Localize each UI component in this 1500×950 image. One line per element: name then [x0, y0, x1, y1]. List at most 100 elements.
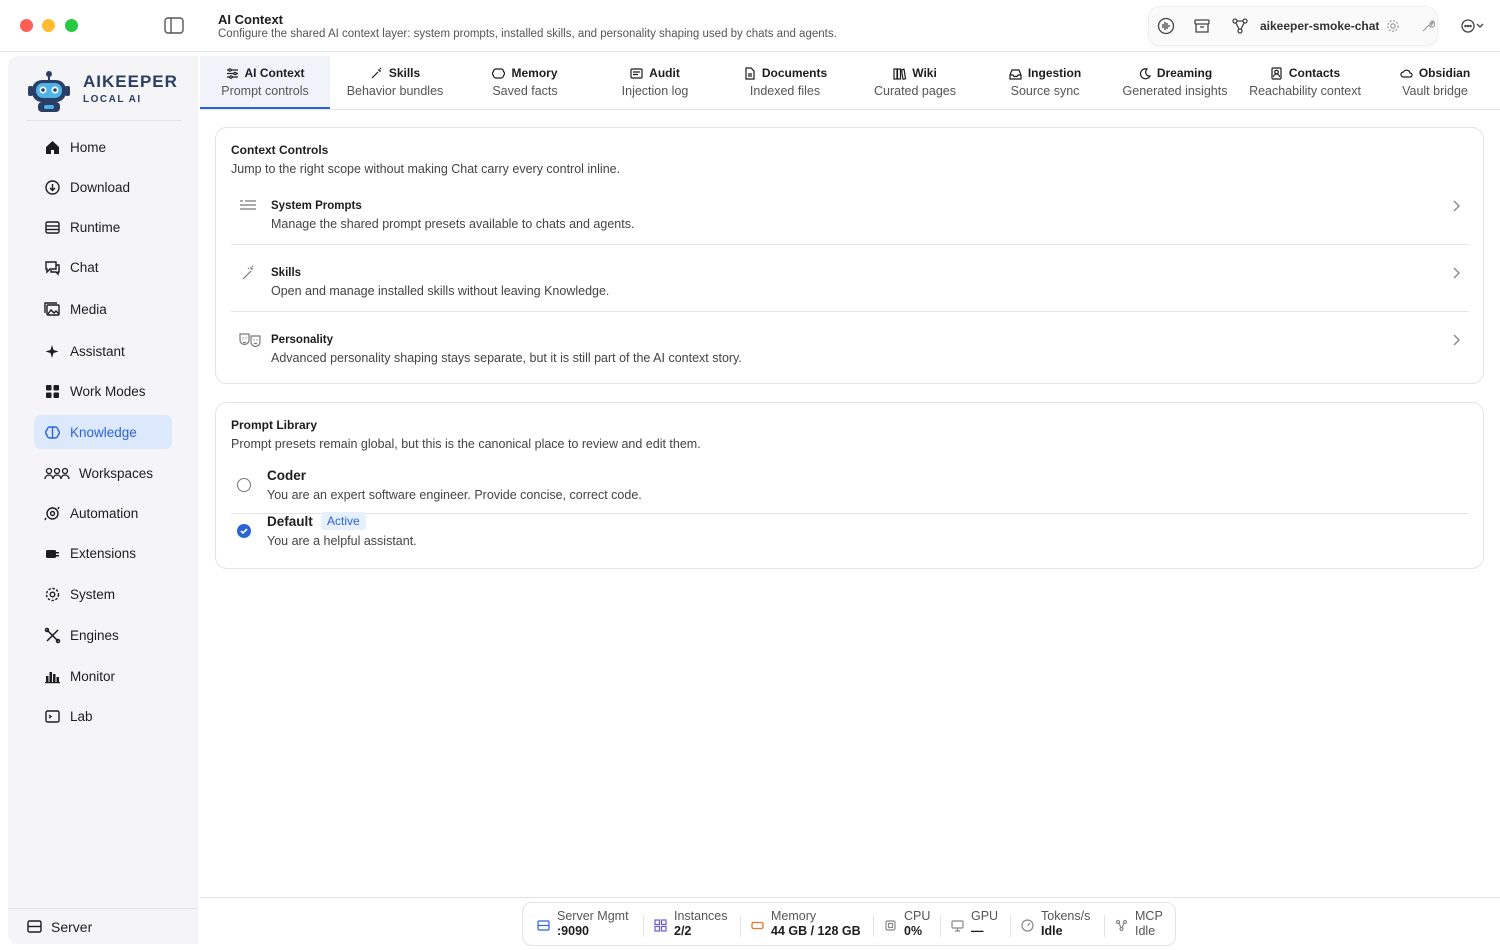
tab-sublabel: Saved facts — [492, 84, 558, 98]
tab-ai-context[interactable]: AI Context Prompt controls — [200, 56, 330, 109]
status-label: MCP — [1135, 909, 1163, 923]
sidebar-item-label: Work Modes — [70, 383, 146, 399]
sidebar-item-work-modes[interactable]: Work Modes — [34, 374, 172, 408]
sidebar-item-extensions[interactable]: Extensions — [34, 536, 172, 570]
divider — [873, 915, 874, 937]
tab-sublabel: Curated pages — [873, 84, 956, 98]
prompt-preset-coder[interactable]: Coder You are an expert software enginee… — [231, 468, 1469, 514]
wrench-icon[interactable] — [1421, 19, 1435, 33]
preset-name: Default — [267, 514, 313, 529]
sidebar-item-monitor[interactable]: Monitor — [34, 659, 172, 693]
sidebar-item-server[interactable]: Server — [26, 918, 92, 935]
sidebar-item-download[interactable]: Download — [34, 170, 172, 204]
checkmark-icon — [240, 528, 248, 535]
card-description: Jump to the right scope without making C… — [231, 162, 621, 176]
archive-icon[interactable] — [1193, 17, 1211, 35]
tab-memory[interactable]: Memory Saved facts — [460, 56, 590, 109]
tab-sublabel: Vault bridge — [1402, 84, 1468, 98]
preset-radio[interactable] — [237, 478, 251, 492]
row-skills[interactable]: Skills Open and manage installed skills … — [231, 260, 1469, 312]
tray-icon — [1009, 68, 1022, 80]
moon-icon — [1139, 67, 1151, 79]
close-window-button[interactable] — [20, 19, 33, 32]
cpu-icon — [885, 920, 896, 931]
sidebar-item-lab[interactable]: Lab — [34, 699, 172, 733]
tab-skills[interactable]: Skills Behavior bundles — [330, 56, 460, 109]
chevron-right-icon — [1453, 334, 1460, 346]
tools-icon — [44, 627, 61, 643]
tab-obsidian[interactable]: Obsidian Vault bridge — [1370, 56, 1500, 109]
prompt-preset-default[interactable]: Default Active You are a helpful assista… — [231, 512, 1469, 560]
sidebar-item-system[interactable]: System — [34, 577, 172, 611]
divider — [643, 915, 644, 937]
sidebar-item-label: Workspaces — [79, 465, 154, 481]
sidebar-item-label: Chat — [70, 259, 99, 275]
sidebar-item-label: Engines — [70, 627, 119, 643]
row-personality[interactable]: Personality Advanced personality shaping… — [231, 327, 1469, 379]
status-server-mgmt[interactable]: Server Mgmt:9090 — [537, 909, 629, 939]
home-icon — [46, 140, 59, 154]
status-value: :9090 — [557, 924, 589, 938]
row-system-prompts[interactable]: System Prompts Manage the shared prompt … — [231, 193, 1469, 245]
page-title: AI Context — [218, 12, 283, 27]
preset-radio[interactable] — [237, 524, 251, 538]
status-mcp[interactable]: MCP Idle — [1115, 909, 1163, 939]
status-label: GPU — [971, 909, 999, 923]
status-value: 0% — [904, 924, 923, 938]
tab-documents[interactable]: Documents Indexed files — [720, 56, 850, 109]
sidebar-item-label: Download — [70, 179, 131, 195]
tab-label: Documents — [761, 66, 828, 80]
sidebar-item-label: Automation — [70, 505, 139, 521]
network-icon — [1115, 919, 1128, 932]
sidebar-toggle-icon[interactable] — [164, 17, 184, 34]
status-label: Memory — [771, 909, 817, 923]
status-value: — — [971, 924, 984, 938]
minimize-window-button[interactable] — [42, 19, 55, 32]
tab-contacts[interactable]: Contacts Reachability context — [1240, 56, 1370, 109]
tab-wiki[interactable]: Wiki Curated pages — [850, 56, 980, 109]
tab-audit[interactable]: Audit Injection log — [590, 56, 720, 109]
status-instances[interactable]: Instances 2/2 — [654, 909, 728, 939]
sidebar-item-media[interactable]: Media — [34, 292, 172, 326]
page-subtitle: Configure the shared AI context layer: s… — [218, 28, 837, 40]
runtime-icon — [45, 220, 60, 234]
sidebar-item-knowledge[interactable]: Knowledge — [34, 415, 172, 449]
cloud-icon — [1400, 69, 1413, 78]
grid-icon — [46, 384, 59, 398]
sidebar-item-engines[interactable]: Engines — [34, 618, 172, 652]
server-name[interactable]: aikeeper-smoke-chat — [1260, 19, 1379, 33]
theater-masks-icon — [239, 333, 261, 348]
gear-icon[interactable] — [1386, 19, 1400, 33]
sidebar-item-runtime[interactable]: Runtime — [34, 210, 172, 244]
sidebar-item-chat[interactable]: Chat — [34, 250, 172, 284]
sidebar-item-workspaces[interactable]: Workspaces — [34, 456, 172, 490]
status-bar: Server Mgmt:9090 Instances 2/2 Memory 44 G… — [522, 902, 1176, 946]
more-menu-icon[interactable] — [1460, 16, 1488, 36]
status-memory[interactable]: Memory 44 GB / 128 GB — [751, 909, 861, 939]
contact-card-icon — [1271, 66, 1282, 80]
status-tokens[interactable]: Tokens/s Idle — [1021, 909, 1090, 939]
magic-wand-icon — [242, 265, 254, 280]
voice-icon[interactable] — [1157, 17, 1175, 35]
divider — [8, 908, 198, 909]
robot-logo-icon — [28, 71, 70, 112]
server-node-icon[interactable] — [1231, 17, 1249, 35]
sidebar-item-assistant[interactable]: Assistant — [34, 334, 172, 368]
tab-dreaming[interactable]: Dreaming Generated insights — [1110, 56, 1240, 109]
zoom-window-button[interactable] — [65, 19, 78, 32]
status-cpu[interactable]: CPU 0% — [884, 909, 930, 939]
row-title: Personality — [271, 334, 333, 346]
divider — [1010, 915, 1011, 937]
status-gpu[interactable]: GPU — — [951, 909, 998, 939]
brain-icon — [45, 425, 60, 439]
preset-description: You are a helpful assistant. — [267, 534, 417, 548]
sidebar-item-automation[interactable]: Automation — [34, 496, 172, 530]
chat-icon — [45, 260, 60, 276]
chart-icon — [45, 671, 60, 683]
terminal-icon — [45, 709, 60, 723]
divider — [940, 915, 941, 937]
status-value: 44 GB / 128 GB — [771, 924, 861, 938]
gauge-icon — [1021, 919, 1034, 932]
tab-ingestion[interactable]: Ingestion Source sync — [980, 56, 1110, 109]
sidebar-item-home[interactable]: Home — [34, 130, 172, 164]
